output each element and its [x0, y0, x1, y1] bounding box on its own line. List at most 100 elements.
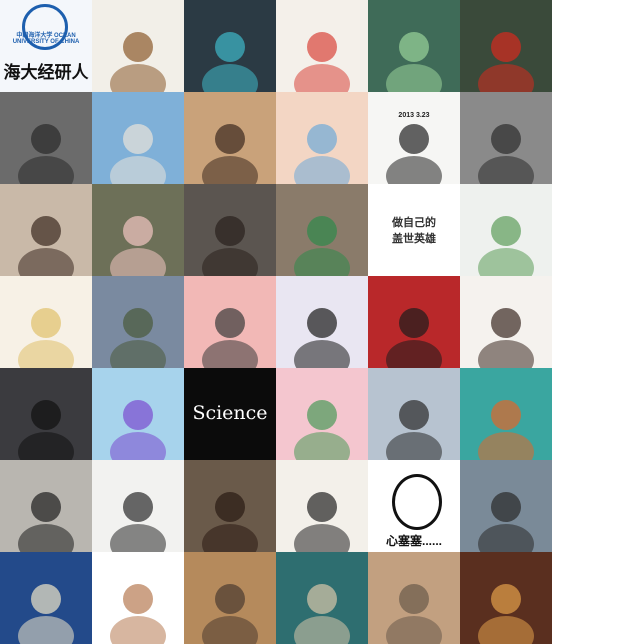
avatar-figure-body: [478, 340, 534, 368]
avatar-figure-head: [215, 308, 245, 338]
avatar-figure-head: [491, 124, 521, 154]
avatar-girl-sitting-beach[interactable]: [184, 92, 276, 184]
avatar-green-plant[interactable]: [460, 184, 552, 276]
avatar-figure-body: [110, 524, 166, 552]
avatar-caption: Science: [192, 402, 268, 424]
avatar-great-hall[interactable]: [460, 552, 552, 644]
avatar-basketball-cartoon[interactable]: [460, 368, 552, 460]
avatar-baby-face[interactable]: [0, 184, 92, 276]
avatar-man-on-rocks[interactable]: [0, 92, 92, 184]
avatar-figure-body: [110, 432, 166, 460]
avatar-cartoon-pig[interactable]: [92, 184, 184, 276]
avatar-caption: 做自己的: [392, 217, 436, 229]
avatar-figure-head: [31, 492, 61, 522]
avatar-figure-head: [215, 584, 245, 614]
avatar-figure-body: [18, 340, 74, 368]
meme-face: [392, 474, 442, 530]
avatar-figure-body: [478, 156, 534, 184]
avatar-anime-blond-boy[interactable]: [0, 276, 92, 368]
avatar-chibi-boy-coffee[interactable]: [460, 276, 552, 368]
avatar-jerry-mouse[interactable]: [92, 552, 184, 644]
avatar-boy-face[interactable]: [184, 460, 276, 552]
avatar-figure-body: [478, 248, 534, 276]
avatar-figure-body: [202, 248, 258, 276]
avatar-text-doodle[interactable]: 盖世英雄 做自己的: [368, 184, 460, 276]
avatar-figure-head: [399, 584, 429, 614]
avatar-figure-body: [294, 64, 350, 92]
avatar-subcaption: 盖世英雄: [392, 233, 436, 245]
avatar-figure-head: [491, 400, 521, 430]
avatar-figure-body: [386, 64, 442, 92]
avatar-hiker-silhouette[interactable]: [0, 460, 92, 552]
avatar-dandelion-field[interactable]: [368, 0, 460, 92]
avatar-man-street[interactable]: [460, 460, 552, 552]
avatar-figure-head: [31, 216, 61, 246]
avatar-girl-by-sea[interactable]: [368, 368, 460, 460]
avatar-cartoon-boy-hoodie[interactable]: [276, 460, 368, 552]
avatar-figure-body: [294, 156, 350, 184]
avatar-singer-blue-hair[interactable]: [184, 0, 276, 92]
avatar-figure-head: [491, 308, 521, 338]
avatar-panda-date[interactable]: 2013 3.23: [368, 92, 460, 184]
avatar-crayon-shin-glasses[interactable]: [92, 368, 184, 460]
avatar-figure-head: [123, 492, 153, 522]
avatar-man-on-sofa[interactable]: [460, 92, 552, 184]
avatar-figure-body: [18, 248, 74, 276]
avatar-ocean-university-logo[interactable]: 中国海洋大学 OCEAN UNIVERSITY OF CHINA 海大经研人: [0, 0, 92, 92]
avatar-figure-head: [215, 32, 245, 62]
avatar-rabbit-drawing[interactable]: [276, 552, 368, 644]
avatar-figure-head: [31, 308, 61, 338]
avatar-grid: 中国海洋大学 OCEAN UNIVERSITY OF CHINA 海大经研人 201…: [0, 0, 552, 644]
avatar-subcaption: 2013 3.23: [398, 112, 430, 119]
avatar-mountain-sunset[interactable]: [184, 552, 276, 644]
avatar-figure-head: [399, 32, 429, 62]
avatar-science-text[interactable]: Science: [184, 368, 276, 460]
avatar-figure-head: [123, 124, 153, 154]
avatar-figure-head: [307, 492, 337, 522]
avatar-cartoon-headband[interactable]: [184, 276, 276, 368]
avatar-cartoon-boy[interactable]: [92, 0, 184, 92]
avatar-figure-body: [294, 340, 350, 368]
avatar-figure-body: [386, 156, 442, 184]
avatar-praying-man-sketch[interactable]: [92, 460, 184, 552]
avatar-figure-body: [110, 156, 166, 184]
avatar-night-sky[interactable]: [0, 552, 92, 644]
avatar-figure-head: [307, 32, 337, 62]
avatar-figure-head: [307, 124, 337, 154]
avatar-figure-head: [123, 584, 153, 614]
avatar-anime-pink-hair[interactable]: [276, 368, 368, 460]
avatar-figure-body: [294, 524, 350, 552]
avatar-figure-head: [307, 584, 337, 614]
avatar-figure-body: [110, 248, 166, 276]
avatar-figure-body: [110, 64, 166, 92]
avatar-girl-in-room[interactable]: [92, 276, 184, 368]
avatar-red-maple-leaf[interactable]: [460, 0, 552, 92]
avatar-figure-head: [123, 400, 153, 430]
avatar-caption: 心塞塞......: [385, 534, 442, 548]
avatar-cartoon-boy-heart[interactable]: [276, 92, 368, 184]
avatar-figure-body: [202, 156, 258, 184]
avatar-cat-resting[interactable]: [368, 552, 460, 644]
avatar-woman-portrait[interactable]: [184, 184, 276, 276]
avatar-figure-head: [491, 216, 521, 246]
avatar-figure-head: [399, 400, 429, 430]
avatar-figure-head: [215, 216, 245, 246]
avatar-cat-biting[interactable]: [276, 184, 368, 276]
avatar-figure-body: [18, 156, 74, 184]
avatar-selfie-girl[interactable]: [276, 276, 368, 368]
avatar-figure-body: [386, 432, 442, 460]
avatar-kid-sunglasses[interactable]: [0, 368, 92, 460]
avatar-figure-head: [215, 124, 245, 154]
avatar-figure-head: [307, 400, 337, 430]
avatar-figure-head: [491, 492, 521, 522]
avatar-girl-at-sea[interactable]: [92, 92, 184, 184]
avatar-figure-head: [307, 308, 337, 338]
avatar-anime-boy-red[interactable]: [368, 276, 460, 368]
avatar-figure-head: [215, 492, 245, 522]
avatar-sketch-scooter[interactable]: [276, 0, 368, 92]
avatar-figure-head: [31, 584, 61, 614]
avatar-crying-meme[interactable]: 心塞塞......: [368, 460, 460, 552]
avatar-figure-head: [123, 308, 153, 338]
avatar-figure-head: [123, 216, 153, 246]
avatar-figure-head: [491, 32, 521, 62]
